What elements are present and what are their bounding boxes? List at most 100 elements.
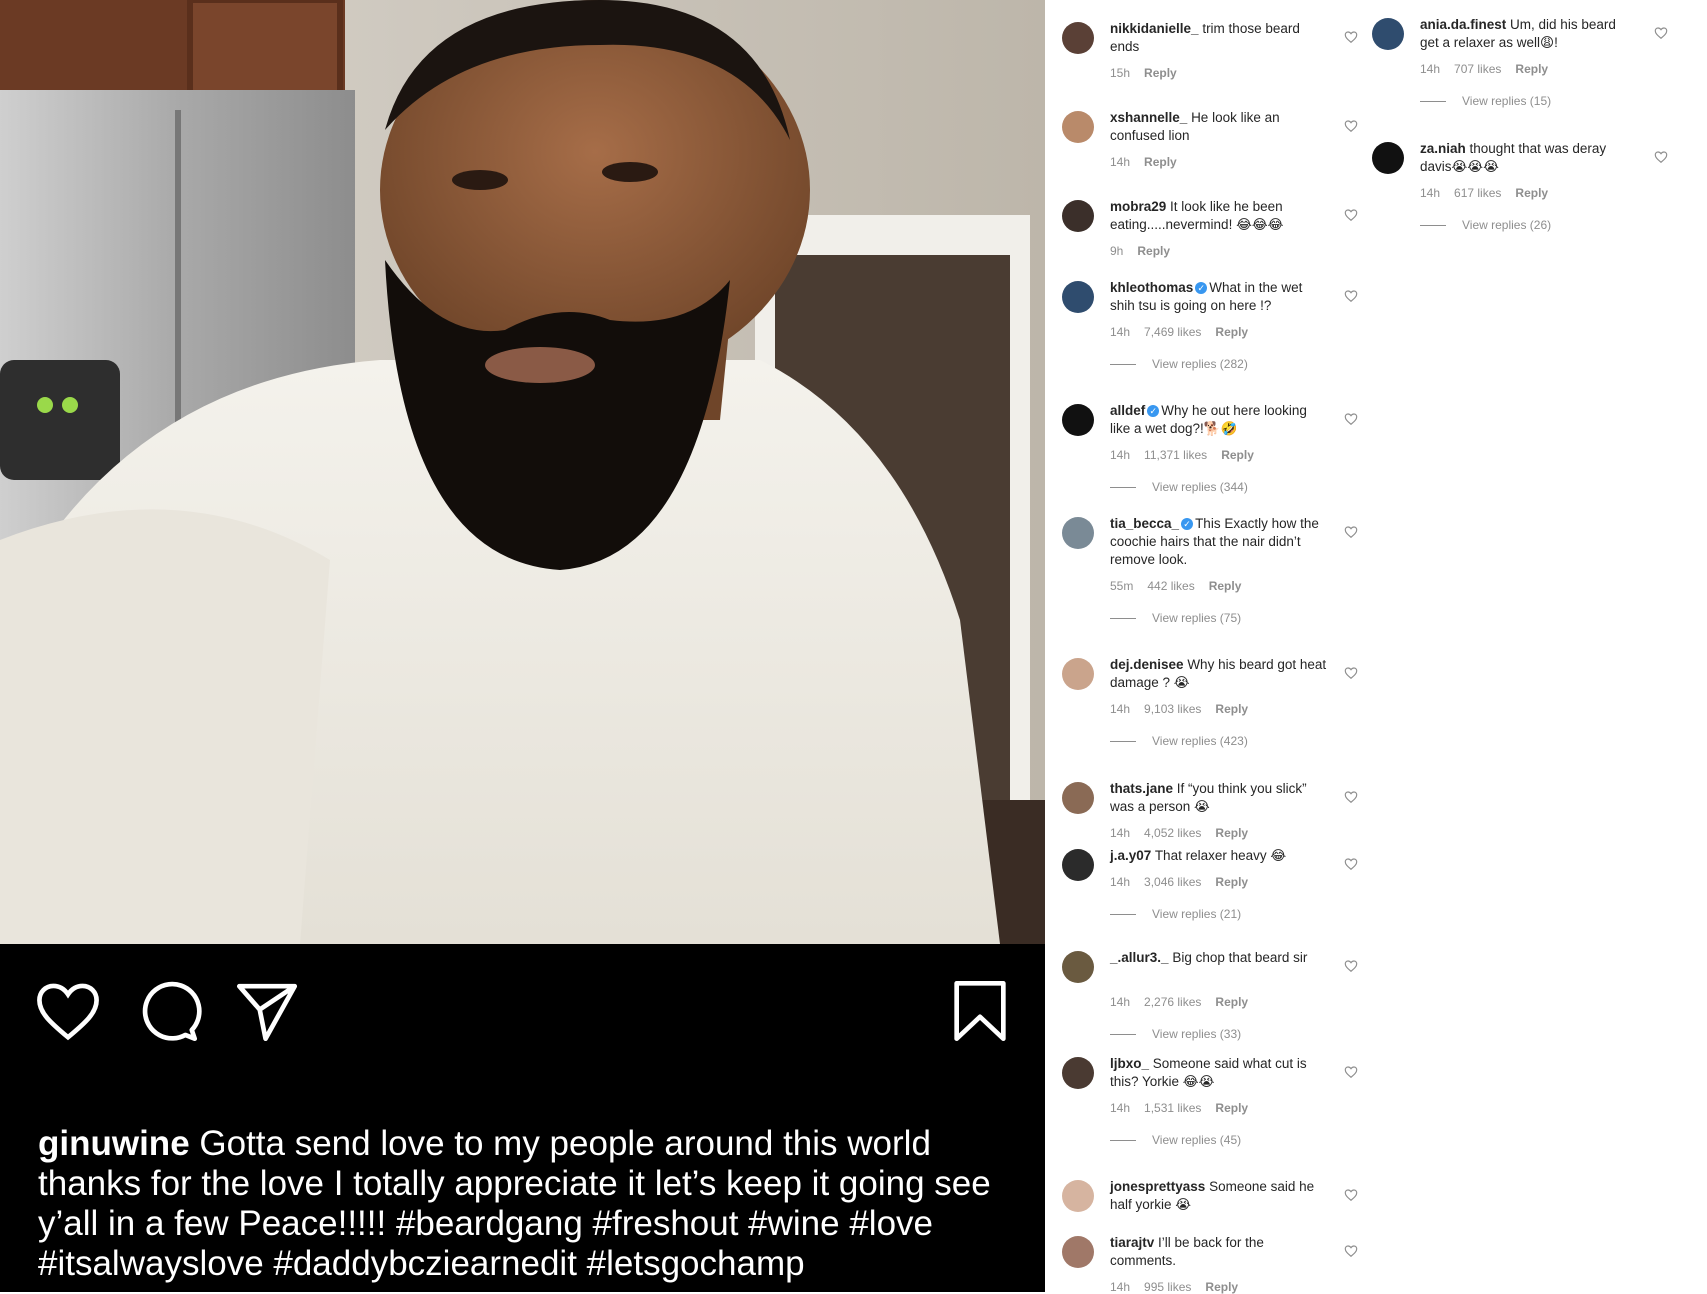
avatar[interactable] xyxy=(1062,849,1094,881)
like-button[interactable] xyxy=(33,976,103,1046)
view-replies-button[interactable]: View replies (21) xyxy=(1110,907,1241,921)
comment-like-icon[interactable] xyxy=(1344,119,1358,133)
view-replies-label: View replies (15) xyxy=(1462,94,1552,108)
comment-username[interactable]: tia_becca_ xyxy=(1110,516,1179,531)
comment-like-icon[interactable] xyxy=(1344,412,1358,426)
avatar[interactable] xyxy=(1062,1236,1094,1268)
verified-badge-icon: ✓ xyxy=(1195,282,1208,294)
reply-button[interactable]: Reply xyxy=(1215,875,1248,889)
comment-time: 14h xyxy=(1110,702,1131,716)
avatar[interactable] xyxy=(1062,658,1094,690)
comment-like-icon[interactable] xyxy=(1344,289,1358,303)
comment-meta: 14h 617 likes Reply xyxy=(1420,186,1562,200)
view-replies-button[interactable]: View replies (15) xyxy=(1420,94,1551,108)
view-replies-label: View replies (26) xyxy=(1462,218,1552,232)
comment-like-icon[interactable] xyxy=(1344,1188,1358,1202)
save-button[interactable] xyxy=(945,976,1015,1046)
view-replies-label: View replies (33) xyxy=(1152,1027,1242,1041)
comment-username[interactable]: mobra29 xyxy=(1110,199,1166,214)
comment-username[interactable]: za.niah xyxy=(1420,141,1466,156)
paper-plane-icon xyxy=(236,983,298,1042)
comment-time: 14h xyxy=(1420,62,1441,76)
reply-button[interactable]: Reply xyxy=(1215,702,1248,716)
reply-button[interactable]: Reply xyxy=(1137,244,1170,258)
avatar[interactable] xyxy=(1062,951,1094,983)
comment-username[interactable]: tiarajtv xyxy=(1110,1235,1154,1250)
caption-username[interactable]: ginuwine xyxy=(38,1124,190,1163)
comment-username[interactable]: j.a.y07 xyxy=(1110,848,1151,863)
comment-body: Big chop that beard sir xyxy=(1172,950,1308,965)
comment-like-icon[interactable] xyxy=(1344,30,1358,44)
view-replies-button[interactable]: View replies (344) xyxy=(1110,480,1248,494)
bookmark-icon xyxy=(954,980,1006,1042)
view-replies-button[interactable]: View replies (282) xyxy=(1110,357,1248,371)
comment-likes[interactable]: 7,469 likes xyxy=(1144,325,1201,339)
avatar[interactable] xyxy=(1062,22,1094,54)
comment-likes[interactable]: 1,531 likes xyxy=(1144,1101,1201,1115)
comment-username[interactable]: khleothomas xyxy=(1110,280,1193,295)
comment-meta: 14h 2,276 likes Reply xyxy=(1110,995,1262,1009)
comment-username[interactable]: _.allur3._ xyxy=(1110,950,1169,965)
comment-meta: 15h Reply xyxy=(1110,66,1191,80)
comment-like-icon[interactable] xyxy=(1344,857,1358,871)
post-caption: ginuwine Gotta send love to my people ar… xyxy=(38,1124,998,1284)
comment-username[interactable]: ljbxo_ xyxy=(1110,1056,1149,1071)
comment-likes[interactable]: 4,052 likes xyxy=(1144,826,1201,840)
comment-username[interactable]: thats.jane xyxy=(1110,781,1173,796)
reply-button[interactable]: Reply xyxy=(1215,1101,1248,1115)
view-replies-button[interactable]: View replies (26) xyxy=(1420,218,1551,232)
comment-username[interactable]: dej.denisee xyxy=(1110,657,1184,672)
comment-likes[interactable]: 3,046 likes xyxy=(1144,875,1201,889)
reply-button[interactable]: Reply xyxy=(1215,826,1248,840)
avatar[interactable] xyxy=(1062,782,1094,814)
avatar[interactable] xyxy=(1372,142,1404,174)
avatar[interactable] xyxy=(1062,111,1094,143)
comment-time: 15h xyxy=(1110,66,1131,80)
comment-likes[interactable]: 9,103 likes xyxy=(1144,702,1201,716)
comment-username[interactable]: alldef xyxy=(1110,403,1145,418)
avatar[interactable] xyxy=(1062,1057,1094,1089)
comment-like-icon[interactable] xyxy=(1654,150,1668,164)
reply-button[interactable]: Reply xyxy=(1144,155,1177,169)
comment-likes[interactable]: 11,371 likes xyxy=(1144,448,1207,462)
comment-likes[interactable]: 707 likes xyxy=(1454,62,1501,76)
comment-like-icon[interactable] xyxy=(1344,790,1358,804)
reply-button[interactable]: Reply xyxy=(1209,579,1242,593)
avatar[interactable] xyxy=(1062,281,1094,313)
replies-divider xyxy=(1110,741,1136,743)
share-button[interactable] xyxy=(232,976,302,1046)
replies-divider xyxy=(1110,487,1136,489)
view-replies-button[interactable]: View replies (33) xyxy=(1110,1027,1241,1041)
replies-divider xyxy=(1110,1034,1136,1036)
comment-username[interactable]: nikkidanielle_ xyxy=(1110,21,1199,36)
avatar[interactable] xyxy=(1062,517,1094,549)
comment-like-icon[interactable] xyxy=(1344,208,1358,222)
comment-like-icon[interactable] xyxy=(1654,26,1668,40)
comment-like-icon[interactable] xyxy=(1344,525,1358,539)
comment-button[interactable] xyxy=(132,976,202,1046)
comment-likes[interactable]: 442 likes xyxy=(1147,579,1194,593)
reply-button[interactable]: Reply xyxy=(1515,186,1548,200)
reply-button[interactable]: Reply xyxy=(1144,66,1177,80)
reply-button[interactable]: Reply xyxy=(1215,995,1248,1009)
reply-button[interactable]: Reply xyxy=(1515,62,1548,76)
reply-button[interactable]: Reply xyxy=(1215,325,1248,339)
view-replies-button[interactable]: View replies (45) xyxy=(1110,1133,1241,1147)
comment-username[interactable]: xshannelle_ xyxy=(1110,110,1187,125)
comment-like-icon[interactable] xyxy=(1344,1065,1358,1079)
comment-likes[interactable]: 617 likes xyxy=(1454,186,1501,200)
avatar[interactable] xyxy=(1062,200,1094,232)
view-replies-button[interactable]: View replies (423) xyxy=(1110,734,1248,748)
comment-username[interactable]: jonesprettyass xyxy=(1110,1179,1205,1194)
avatar[interactable] xyxy=(1062,404,1094,436)
comment-like-icon[interactable] xyxy=(1344,1244,1358,1258)
replies-divider xyxy=(1420,101,1446,103)
avatar[interactable] xyxy=(1062,1180,1094,1212)
comment-likes[interactable]: 2,276 likes xyxy=(1144,995,1201,1009)
comment-like-icon[interactable] xyxy=(1344,959,1358,973)
avatar[interactable] xyxy=(1372,18,1404,50)
comment-username[interactable]: ania.da.finest xyxy=(1420,17,1506,32)
view-replies-button[interactable]: View replies (75) xyxy=(1110,611,1241,625)
comment-like-icon[interactable] xyxy=(1344,666,1358,680)
reply-button[interactable]: Reply xyxy=(1221,448,1254,462)
